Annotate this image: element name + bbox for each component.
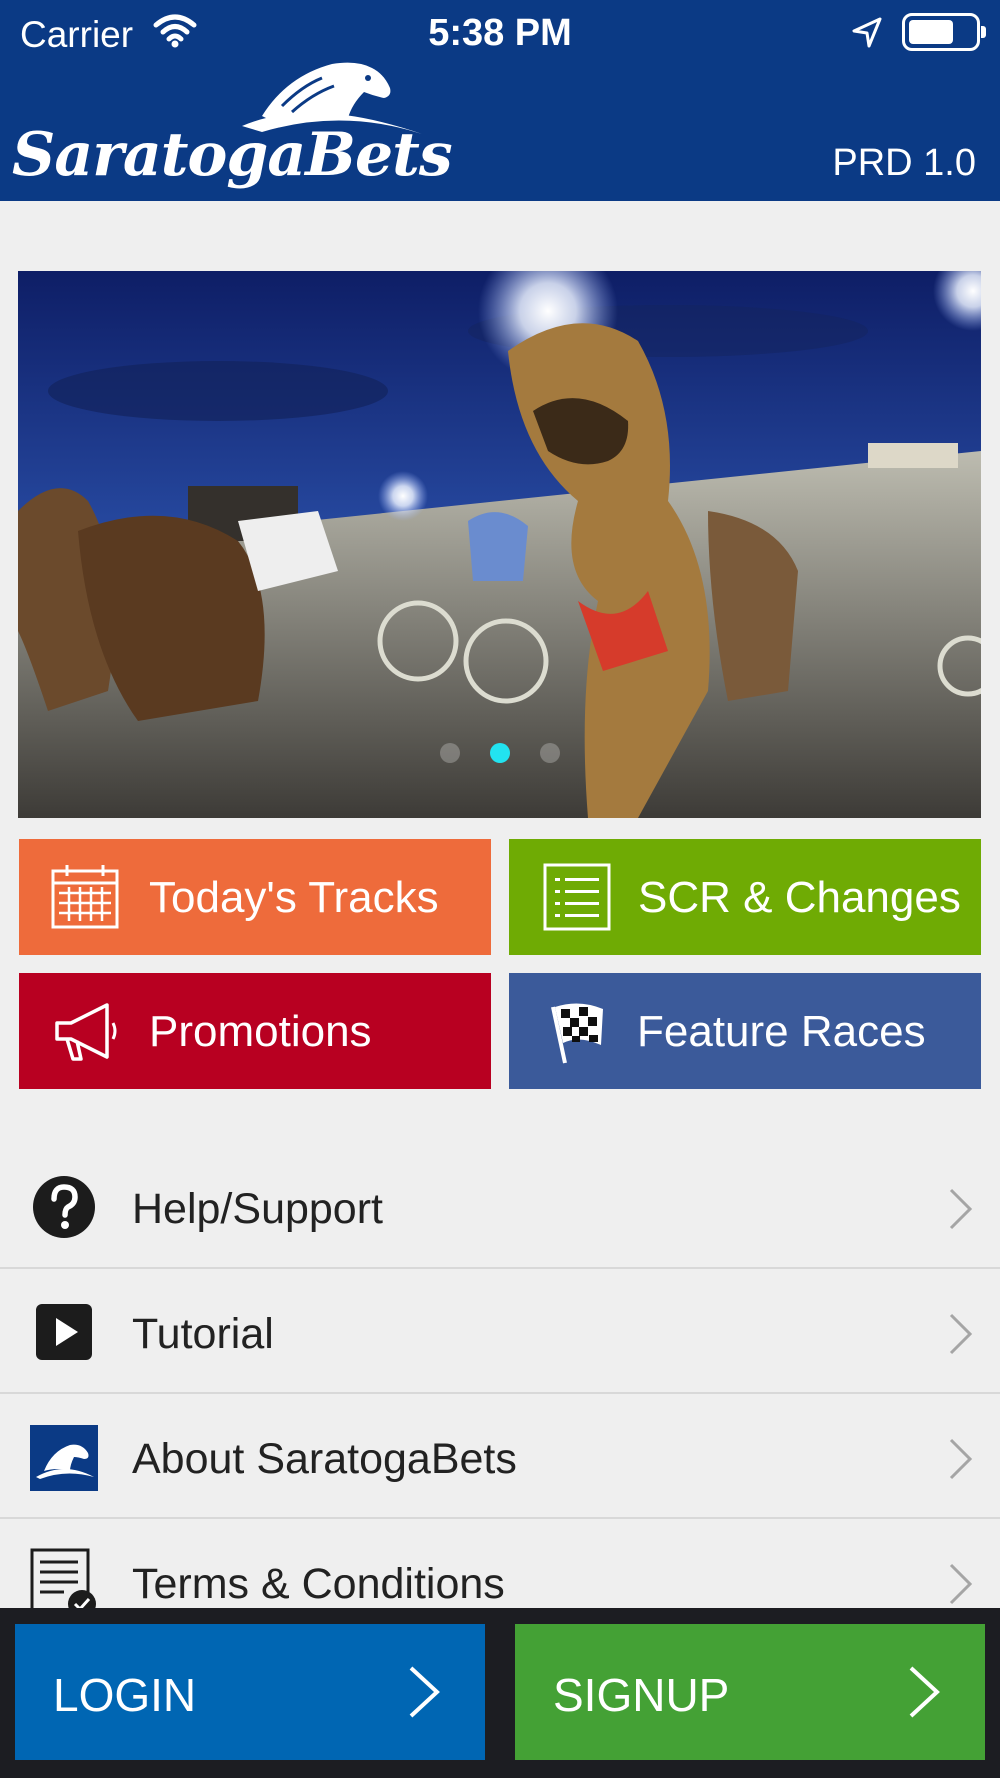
menu-item-label: About SaratogaBets [132,1435,517,1483]
menu-item-label: Tutorial [132,1310,274,1358]
promotions-label: Promotions [149,1007,372,1056]
scr-changes-label: SCR & Changes [638,873,961,922]
play-icon [36,1304,92,1360]
battery-icon [902,13,986,51]
menu-item-label: Help/Support [132,1185,383,1233]
signup-label: SIGNUP [553,1669,730,1721]
location-arrow-icon [852,17,882,48]
hero-carousel-image[interactable] [18,271,981,818]
menu-item-label: Terms & Conditions [132,1560,505,1608]
menu-item-tutorial[interactable]: Tutorial [0,1270,1000,1394]
signup-button[interactable]: SIGNUP [515,1624,985,1760]
chevron-right-icon [909,1666,940,1718]
checkered-flag-icon [551,1003,603,1064]
megaphone-icon [55,1003,117,1061]
auth-action-bar: LOGIN SIGNUP [0,1608,1000,1778]
todays-tracks-button[interactable]: Today's Tracks [19,839,491,955]
chevron-right-icon [949,1313,973,1355]
carousel-dot[interactable] [440,743,460,763]
carousel-dot-active[interactable] [490,743,510,763]
menu-item-about[interactable]: About SaratogaBets [0,1395,1000,1519]
document-check-icon [30,1548,96,1616]
scr-changes-button[interactable]: SCR & Changes [509,839,981,955]
login-label: LOGIN [53,1669,197,1721]
saratoga-logo-icon [30,1425,98,1491]
carousel-dot[interactable] [540,743,560,763]
chevron-right-icon [949,1563,973,1605]
login-button[interactable]: LOGIN [15,1624,485,1760]
promotions-button[interactable]: Promotions [19,973,491,1089]
menu-item-help-support[interactable]: Help/Support [0,1145,1000,1269]
question-icon [33,1176,95,1238]
chevron-right-icon [409,1666,440,1718]
version-label: PRD 1.0 [832,142,976,184]
logo-wordmark: SaratogaBets [12,120,453,190]
calendar-icon [51,865,119,929]
list-icon [543,863,611,931]
feature-races-button[interactable]: Feature Races [509,973,981,1089]
app-header: Carrier 5:38 PM SaratogaBets PRD 1.0 [0,0,1000,201]
chevron-right-icon [949,1438,973,1480]
todays-tracks-label: Today's Tracks [149,873,439,922]
feature-races-label: Feature Races [637,1007,926,1056]
chevron-right-icon [949,1188,973,1230]
saratogabets-logo: SaratogaBets [12,56,453,196]
